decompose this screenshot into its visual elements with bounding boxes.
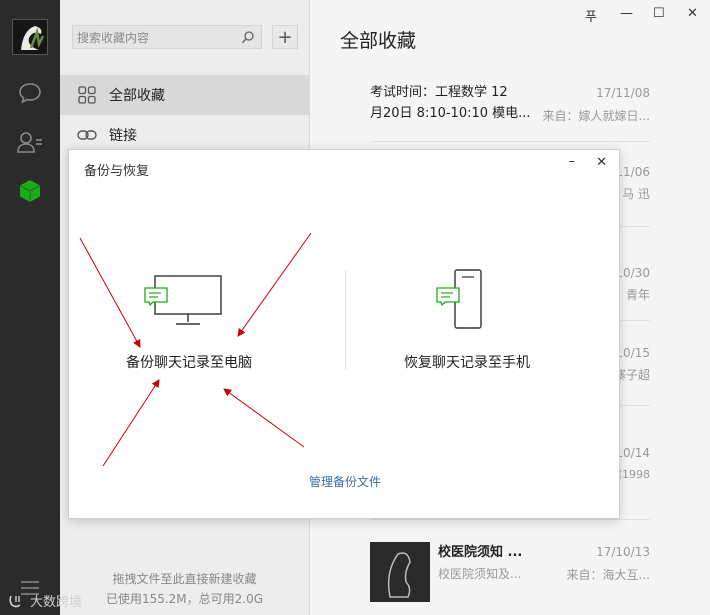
phone-icon (436, 269, 482, 329)
minimize-icon[interactable]: — (620, 6, 633, 21)
grid-icon (77, 85, 97, 105)
restore-to-phone-option[interactable]: 恢复聊天记录至手机 (387, 260, 547, 380)
option-divider (345, 270, 346, 370)
backup-to-pc-option[interactable]: 备份聊天记录至电脑 (109, 260, 269, 380)
item-date: 10/30 (615, 266, 650, 280)
page-title: 全部收藏 (340, 30, 417, 52)
drag-hint: 拖拽文件至此直接新建收藏 (112, 572, 257, 586)
dialog-title: 备份与恢复 (84, 164, 150, 179)
backup-restore-dialog: 备份与恢复 – ✕ 备份聊天记录至电脑 恢复聊天记录至手机 管理备份文件 (68, 149, 620, 519)
storage-usage: 已使用155.2M，总可用2.0G (105, 592, 264, 606)
monitor-icon (144, 275, 222, 325)
item-source: 来自：嫁人就嫁日... (542, 109, 650, 123)
item-date: 11/06 (615, 165, 650, 179)
nav-item-label: 全部收藏 (109, 88, 165, 104)
search-icon[interactable] (241, 30, 255, 44)
dialog-close-icon[interactable]: ✕ (596, 155, 607, 170)
list-item[interactable]: 校医院须知 ... 校医院须知及... 17/10/13 来自：海大互... (370, 540, 650, 604)
backup-label: 备份聊天记录至电脑 (126, 355, 252, 371)
dialog-minimize-icon[interactable]: – (569, 154, 576, 169)
item-subtext: 校医院须知及... (438, 567, 522, 581)
search-input[interactable]: 搜索收藏内容 (72, 25, 262, 49)
contacts-icon[interactable] (17, 129, 43, 155)
item-date: 10/14 (615, 446, 650, 460)
watermark: 大数跨境 (8, 591, 82, 610)
favorites-cube-icon[interactable] (17, 178, 43, 204)
list-item[interactable]: 考试时间：工程数学 12 月20日 8:10-10:10 模电... 17/11… (370, 82, 650, 142)
manage-backups-link[interactable]: 管理备份文件 (309, 473, 381, 490)
restore-label: 恢复聊天记录至手机 (404, 355, 530, 371)
item-source: 马 迅 (622, 187, 650, 201)
item-date: 17/10/13 (596, 545, 650, 559)
avatar[interactable] (12, 19, 48, 55)
item-text: 考试时间：工程数学 12 月20日 8:10-10:10 模电... (370, 85, 531, 121)
nav-item-label: 链接 (109, 128, 137, 144)
link-icon (77, 125, 97, 145)
item-thumbnail (370, 542, 430, 602)
item-text: 校医院须知 ... (438, 545, 523, 560)
item-source: 来自：海大互... (566, 568, 650, 582)
wechat-window: 搜索收藏内容 + 全部收藏 链接 拖拽文件至此直接新建收藏 已使用155.2M，… (0, 0, 710, 615)
nav-item-all-favorites[interactable]: 全部收藏 (60, 75, 309, 115)
item-date: 10/15 (615, 346, 650, 360)
watermark-logo-icon (9, 595, 21, 607)
item-date: 17/11/08 (596, 86, 650, 100)
left-rail (0, 0, 60, 615)
search-placeholder: 搜索收藏内容 (77, 30, 150, 45)
watermark-text: 大数跨境 (30, 595, 83, 610)
add-favorite-button[interactable]: + (272, 25, 298, 49)
pin-icon[interactable]: 푸 (585, 6, 597, 25)
chat-icon[interactable] (17, 80, 43, 106)
maximize-icon[interactable]: ☐ (653, 6, 665, 21)
item-source: 青年 (625, 288, 650, 302)
close-icon[interactable]: ✕ (687, 6, 698, 21)
